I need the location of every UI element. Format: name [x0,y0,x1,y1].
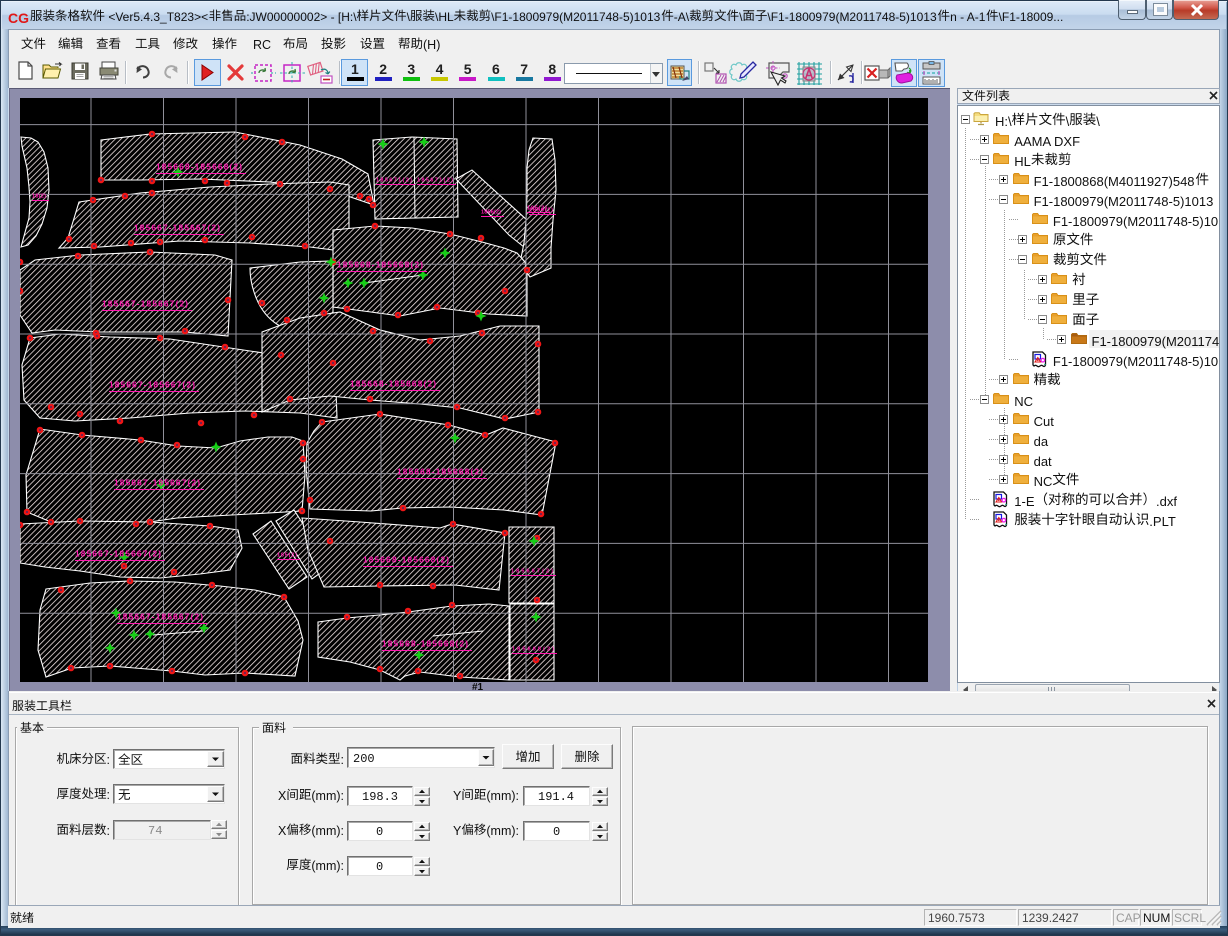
svg-text:185667-185667(2): 185667-185667(2) [75,550,161,559]
svg-text:18(2): 18(2) [32,194,46,200]
svg-text:185668-185668(2): 185668-185668(2) [397,468,483,477]
svg-text:185668-185668(2): 185668-185668(2) [156,163,242,172]
svg-text:1856(2): 1856(2) [481,210,501,216]
svg-text:1856(2): 1856(2) [529,208,553,214]
svg-text:185668-185668(2): 185668-185668(2) [337,261,423,270]
svg-text:185668-185668(2): 185668-185668(2) [382,640,468,649]
svg-text:185(2): 185(2) [277,553,297,559]
svg-text:185667-185667(2): 185667-185667(2) [117,613,203,622]
svg-text:185671(2): 185671(2) [417,178,453,184]
svg-text:185667-185667(2): 185667-185667(2) [102,300,188,309]
svg-text:185667(2): 185667(2) [511,569,553,575]
svg-text:185667-185667(2): 185667-185667(2) [134,224,220,233]
svg-text:185668-185668(2): 185668-185668(2) [350,380,436,389]
svg-text:185668-185668(2): 185668-185668(2) [363,556,449,565]
svg-text:185667-185667(2): 185667-185667(2) [109,381,195,390]
svg-text:185667-185667(2): 185667-185667(2) [114,479,200,488]
svg-text:185668(2): 185668(2) [512,647,554,653]
svg-text:185671(2): 185671(2) [376,178,412,184]
